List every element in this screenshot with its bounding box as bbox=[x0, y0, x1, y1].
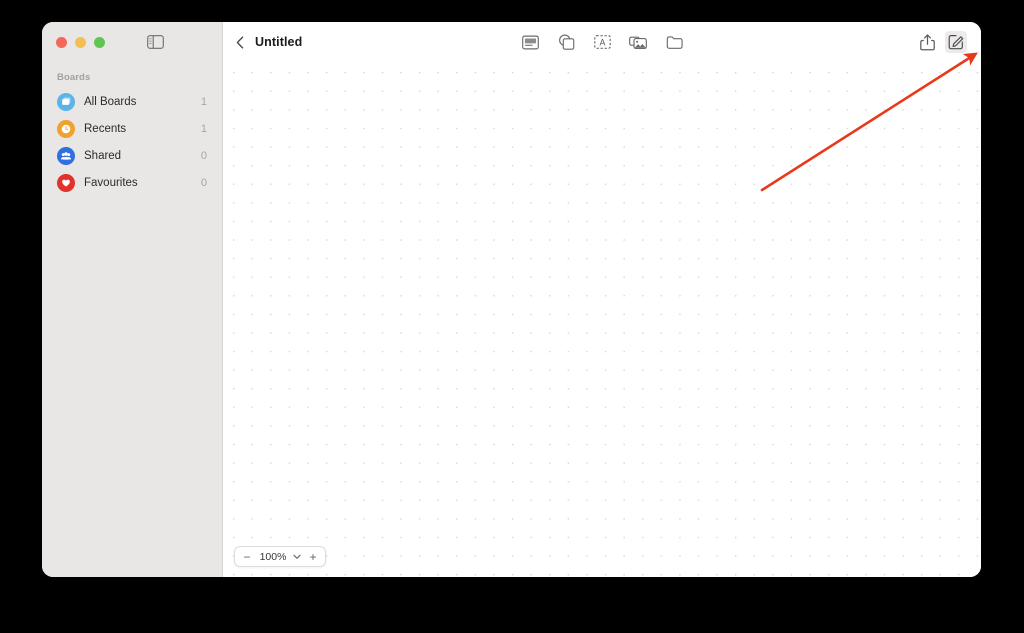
sidebar-titlebar bbox=[42, 22, 222, 62]
toolbar-left-group: Untitled bbox=[233, 34, 302, 50]
zoom-button[interactable] bbox=[94, 36, 105, 48]
zoom-in-button[interactable]: + bbox=[306, 549, 320, 565]
share-icon[interactable] bbox=[916, 31, 938, 53]
sidebar-item-label: Shared bbox=[84, 149, 122, 162]
close-button[interactable] bbox=[56, 36, 67, 48]
media-icon[interactable] bbox=[627, 31, 649, 53]
sidebar-toggle-icon[interactable] bbox=[147, 35, 164, 49]
sidebar-item-label: Favourites bbox=[84, 176, 138, 189]
clock-icon bbox=[57, 119, 75, 138]
app-window: Boards All Boards 1 Recents 1 Shared 0 F… bbox=[42, 22, 981, 577]
boards-icon bbox=[57, 92, 75, 111]
zoom-level-value[interactable]: 100% bbox=[258, 551, 288, 563]
shapes-icon[interactable] bbox=[555, 31, 577, 53]
sidebar-item-recents[interactable]: Recents 1 bbox=[50, 115, 214, 142]
sidebar-item-count: 0 bbox=[200, 176, 207, 189]
text-box-icon[interactable]: A bbox=[591, 31, 613, 53]
sidebar-section-label: Boards bbox=[57, 72, 91, 83]
compose-icon[interactable] bbox=[945, 31, 967, 53]
board-canvas[interactable]: − 100% + bbox=[223, 62, 981, 577]
toolbar-center-group: A bbox=[223, 31, 981, 53]
sticky-note-icon[interactable] bbox=[519, 31, 541, 53]
svg-text:A: A bbox=[599, 37, 605, 47]
sidebar-item-count: 1 bbox=[200, 122, 207, 135]
sidebar-item-count: 0 bbox=[200, 149, 207, 162]
chevron-down-icon[interactable] bbox=[292, 549, 302, 565]
sidebar-item-count: 1 bbox=[200, 95, 207, 108]
sidebar: Boards All Boards 1 Recents 1 Shared 0 F… bbox=[42, 22, 223, 577]
people-icon bbox=[57, 146, 75, 165]
file-folder-icon[interactable] bbox=[663, 31, 685, 53]
sidebar-item-favourites[interactable]: Favourites 0 bbox=[50, 169, 214, 196]
main-pane: Untitled A − 100% + bbox=[223, 22, 981, 577]
heart-icon bbox=[57, 173, 75, 192]
zoom-control: − 100% + bbox=[234, 546, 326, 567]
toolbar: Untitled A bbox=[223, 22, 981, 62]
sidebar-item-label: All Boards bbox=[84, 95, 137, 108]
zoom-out-button[interactable]: − bbox=[240, 549, 254, 565]
sidebar-item-shared[interactable]: Shared 0 bbox=[50, 142, 214, 169]
chevron-left-icon[interactable] bbox=[233, 34, 247, 50]
minimize-button[interactable] bbox=[75, 36, 86, 48]
screen: Boards All Boards 1 Recents 1 Shared 0 F… bbox=[0, 0, 1024, 633]
sidebar-nav-list: All Boards 1 Recents 1 Shared 0 Favourit… bbox=[42, 88, 222, 196]
sidebar-item-label: Recents bbox=[84, 122, 127, 135]
traffic-lights bbox=[56, 36, 105, 48]
sidebar-item-all-boards[interactable]: All Boards 1 bbox=[50, 88, 214, 115]
toolbar-right-group bbox=[916, 31, 967, 53]
page-title: Untitled bbox=[255, 35, 303, 49]
